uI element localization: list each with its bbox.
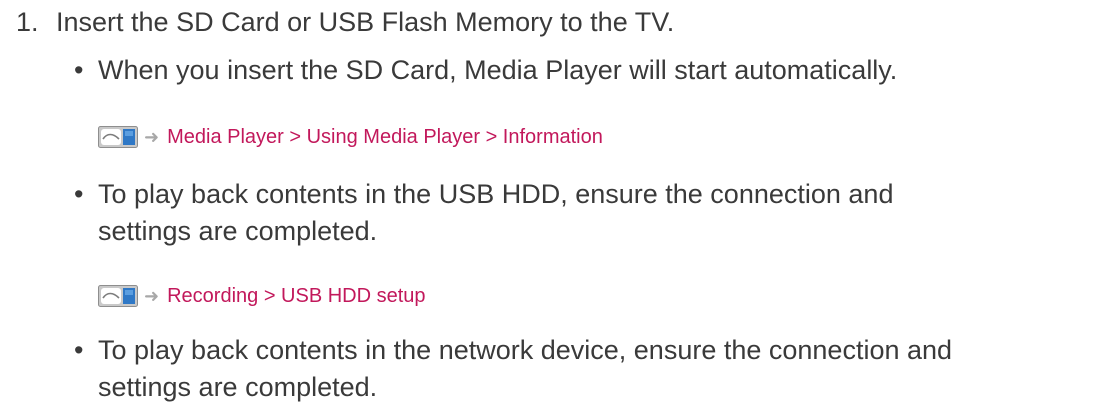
- bullet-line: To play back contents in the network dev…: [98, 335, 953, 365]
- step-1: 1. Insert the SD Card or USB Flash Memory…: [16, 4, 674, 40]
- bullet-text: To play back contents in the USB HDD, en…: [98, 176, 893, 250]
- bullet-text: When you insert the SD Card, Media Playe…: [98, 52, 897, 89]
- arrow-right-icon: ➜: [144, 126, 160, 147]
- tv-menu-icon: [98, 126, 138, 148]
- bullet-dot: •: [74, 335, 84, 365]
- reference-media-player[interactable]: ➜ Media Player > Using Media Player > In…: [98, 124, 603, 150]
- bullet-text: To play back contents in the network dev…: [98, 332, 952, 406]
- step-number: 1.: [16, 7, 39, 37]
- bullet-line: To play back contents in the USB HDD, en…: [98, 179, 894, 209]
- reference-link[interactable]: Recording > USB HDD setup: [167, 285, 425, 308]
- reference-link[interactable]: Media Player > Using Media Player > Info…: [167, 126, 603, 149]
- bullet-line: settings are completed.: [98, 372, 378, 402]
- reference-recording[interactable]: ➜ Recording > USB HDD setup: [98, 283, 426, 309]
- bullet-dot: •: [74, 55, 84, 85]
- step-text: Insert the SD Card or USB Flash Memory t…: [56, 7, 675, 37]
- bullet-line: When you insert the SD Card, Media Playe…: [98, 55, 898, 85]
- bullet-dot: •: [74, 179, 84, 209]
- bullet-line: settings are completed.: [98, 216, 378, 246]
- tv-menu-icon: [98, 285, 138, 307]
- arrow-right-icon: ➜: [144, 285, 160, 306]
